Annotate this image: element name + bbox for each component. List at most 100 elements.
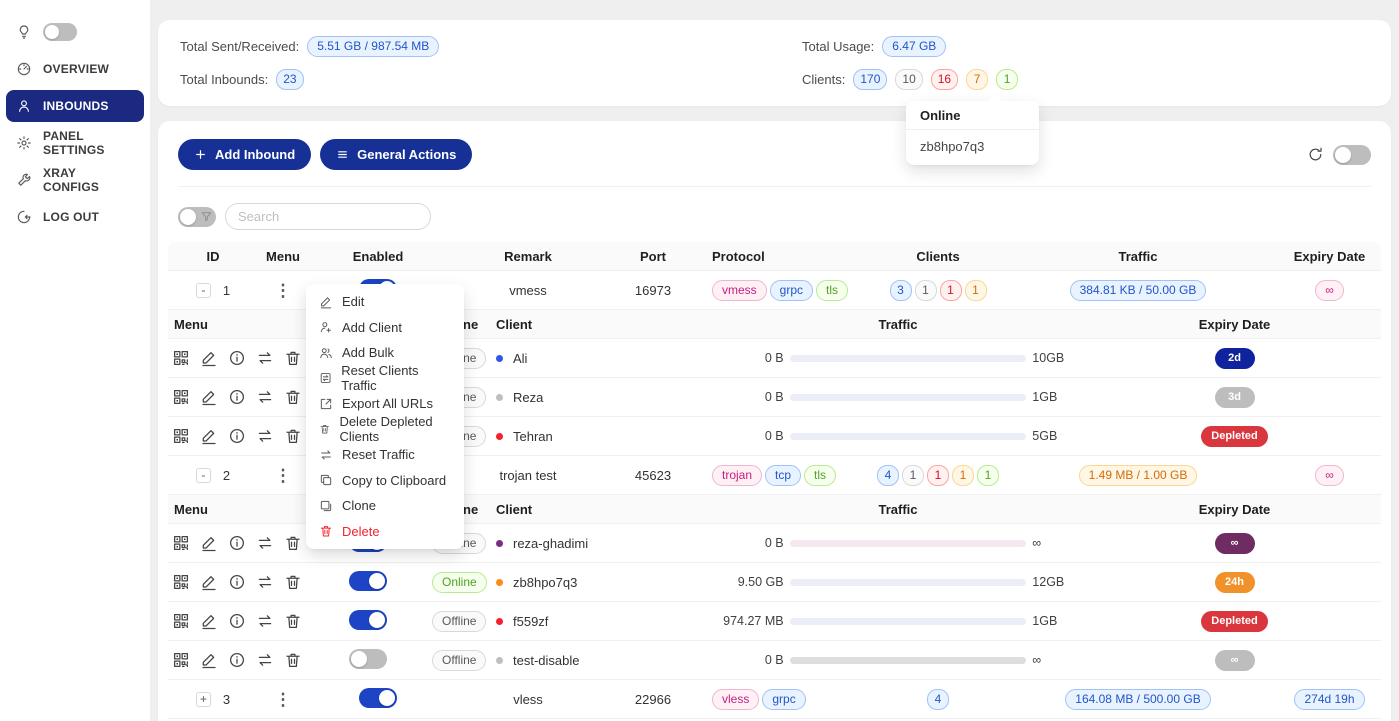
user-icon xyxy=(16,98,32,114)
client-name: Tehran xyxy=(513,429,553,444)
qr-code-icon[interactable] xyxy=(172,388,190,406)
sidebar-item-logout[interactable]: LOG OUT xyxy=(6,201,144,233)
plus-icon xyxy=(194,148,207,161)
traffic-tag: 164.08 MB / 500.00 GB xyxy=(1065,689,1210,710)
client-enabled-toggle[interactable] xyxy=(349,571,387,591)
reset-traffic-icon[interactable] xyxy=(256,349,274,367)
sidebar-item-overview[interactable]: OVERVIEW xyxy=(6,53,144,85)
qr-code-icon[interactable] xyxy=(172,349,190,367)
row-menu-button[interactable]: ⋮ xyxy=(275,466,292,485)
qr-code-icon[interactable] xyxy=(172,534,190,552)
info-icon[interactable] xyxy=(228,349,246,367)
clients-count-total[interactable]: 170 xyxy=(853,69,887,90)
refresh-icon[interactable] xyxy=(1307,146,1324,163)
inbound-port: 16973 xyxy=(608,281,698,300)
qr-code-icon[interactable] xyxy=(172,651,190,669)
export-icon xyxy=(319,397,333,411)
delete-client-icon[interactable] xyxy=(284,534,302,552)
theme-toggle[interactable] xyxy=(43,23,77,41)
client-enabled-toggle[interactable] xyxy=(349,649,387,669)
info-icon[interactable] xyxy=(228,534,246,552)
col-id: ID xyxy=(168,247,258,266)
client-name: f559zf xyxy=(513,614,548,629)
delete-client-icon[interactable] xyxy=(284,427,302,445)
qr-code-icon[interactable] xyxy=(172,573,190,591)
reset-traffic-icon[interactable] xyxy=(256,612,274,630)
qr-code-icon[interactable] xyxy=(172,427,190,445)
client-color-dot xyxy=(496,394,503,401)
menu-item-reset-traffic[interactable]: Reset Traffic xyxy=(306,442,464,468)
clients-count-default[interactable]: 10 xyxy=(895,69,922,90)
delete-client-icon[interactable] xyxy=(284,388,302,406)
user-add-icon xyxy=(319,320,333,334)
search-input[interactable] xyxy=(225,203,431,230)
menu-item-reset-clients-traffic[interactable]: Reset Clients Traffic xyxy=(306,366,464,392)
menu-item-delete[interactable]: Delete xyxy=(306,519,464,545)
menu-item-add-bulk[interactable]: Add Bulk xyxy=(306,340,464,366)
edit-client-icon[interactable] xyxy=(200,651,218,669)
trash-icon xyxy=(319,422,330,436)
delete-client-icon[interactable] xyxy=(284,349,302,367)
client-color-dot xyxy=(496,618,503,625)
add-inbound-button[interactable]: Add Inbound xyxy=(178,139,311,170)
menu-item-delete-depleted-clients[interactable]: Delete Depleted Clients xyxy=(306,417,464,443)
popover-client-name: zb8hpo7q3 xyxy=(906,130,1039,165)
delete-client-icon[interactable] xyxy=(284,651,302,669)
clients-label: Clients: xyxy=(802,72,845,87)
menu-item-copy-to-clipboard[interactable]: Copy to Clipboard xyxy=(306,468,464,494)
expand-button[interactable]: + xyxy=(196,692,211,707)
popover-title: Online xyxy=(906,101,1039,130)
auto-refresh-toggle[interactable] xyxy=(1333,145,1371,165)
sidebar-item-label: PANEL SETTINGS xyxy=(43,129,134,157)
reset-traffic-icon[interactable] xyxy=(256,651,274,669)
general-actions-button[interactable]: General Actions xyxy=(320,139,472,170)
reset-traffic-icon[interactable] xyxy=(256,534,274,552)
info-icon[interactable] xyxy=(228,573,246,591)
row-menu-button[interactable]: ⋮ xyxy=(275,690,292,709)
sidebar-item-panel-settings[interactable]: PANEL SETTINGS xyxy=(6,127,144,159)
delete-client-icon[interactable] xyxy=(284,612,302,630)
clients-count-depleted[interactable]: 16 xyxy=(931,69,958,90)
filter-toggle[interactable] xyxy=(178,207,216,227)
row-menu-button[interactable]: ⋮ xyxy=(275,281,292,300)
edit-client-icon[interactable] xyxy=(200,349,218,367)
inbound-remark: vmess xyxy=(448,281,608,300)
sidebar-item-xray-configs[interactable]: XRAY CONFIGS xyxy=(6,164,144,196)
edit-client-icon[interactable] xyxy=(200,534,218,552)
reset-traffic-icon[interactable] xyxy=(256,388,274,406)
edit-client-icon[interactable] xyxy=(200,573,218,591)
reset-traffic-icon[interactable] xyxy=(256,573,274,591)
sidebar-item-inbounds[interactable]: INBOUNDS xyxy=(6,90,144,122)
edit-client-icon[interactable] xyxy=(200,427,218,445)
collapse-button[interactable]: - xyxy=(196,283,211,298)
inbound-context-menu: Edit Add Client Add Bulk Reset Clients T… xyxy=(306,284,464,549)
online-status-tag: Offline xyxy=(432,650,486,671)
menu-item-edit[interactable]: Edit xyxy=(306,289,464,315)
menu-item-clone[interactable]: Clone xyxy=(306,493,464,519)
client-expiry-pill: 2d xyxy=(1215,348,1255,369)
client-enabled-toggle[interactable] xyxy=(349,610,387,630)
qr-code-icon[interactable] xyxy=(172,612,190,630)
gear-icon xyxy=(16,135,32,151)
total-usage-label: Total Usage: xyxy=(802,39,874,54)
menu-item-add-client[interactable]: Add Client xyxy=(306,315,464,341)
info-icon[interactable] xyxy=(228,388,246,406)
edit-client-icon[interactable] xyxy=(200,388,218,406)
clients-count-expiring[interactable]: 7 xyxy=(966,69,988,90)
col-port: Port xyxy=(608,247,698,266)
collapse-button[interactable]: - xyxy=(196,468,211,483)
client-name: zb8hpo7q3 xyxy=(513,575,577,590)
clients-count-online[interactable]: 1 xyxy=(996,69,1018,90)
delete-client-icon[interactable] xyxy=(284,573,302,591)
info-icon[interactable] xyxy=(228,612,246,630)
client-expiry-pill: Depleted xyxy=(1201,426,1267,447)
traffic-bar: 0 B ∞ xyxy=(708,651,1088,669)
info-icon[interactable] xyxy=(228,651,246,669)
inbound-enabled-toggle[interactable] xyxy=(359,688,397,708)
edit-client-icon[interactable] xyxy=(200,612,218,630)
reset-traffic-icon[interactable] xyxy=(256,427,274,445)
client-count-tags: 4 1 1 1 1 xyxy=(878,463,998,488)
menu-item-export-all-urls[interactable]: Export All URLs xyxy=(306,391,464,417)
info-icon[interactable] xyxy=(228,427,246,445)
expiry-tag: ∞ xyxy=(1315,465,1344,486)
